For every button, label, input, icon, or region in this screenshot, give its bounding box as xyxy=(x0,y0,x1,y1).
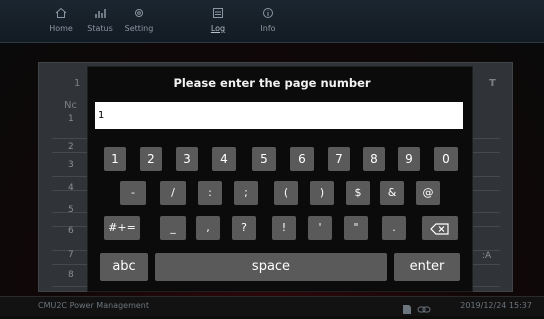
key-question[interactable]: ? xyxy=(232,216,256,240)
key-4[interactable]: 4 xyxy=(212,147,236,171)
info-icon xyxy=(246,3,290,23)
key-quote[interactable]: " xyxy=(344,216,368,240)
nav-info-label: Info xyxy=(260,24,276,33)
nav-status-label: Status xyxy=(87,24,113,33)
backspace-icon xyxy=(430,222,449,235)
date-time: 2019/12/24 15:37 xyxy=(460,301,532,310)
key-2[interactable]: 2 xyxy=(140,147,162,171)
log-icon xyxy=(196,3,240,23)
key-0[interactable]: 0 xyxy=(434,147,458,171)
key-at[interactable]: @ xyxy=(416,181,440,205)
key-9[interactable]: 9 xyxy=(398,147,420,171)
key-exclamation[interactable]: ! xyxy=(272,216,296,240)
key-underscore[interactable]: _ xyxy=(160,216,186,240)
key-apostrophe[interactable]: ' xyxy=(308,216,332,240)
key-3[interactable]: 3 xyxy=(176,147,198,171)
key-1[interactable]: 1 xyxy=(104,147,126,171)
link-icon xyxy=(417,306,431,313)
page-number-input[interactable] xyxy=(95,102,463,129)
dialog-title: Please enter the page number xyxy=(173,76,371,90)
key-enter[interactable]: enter xyxy=(394,253,460,281)
key-semicolon[interactable]: ; xyxy=(234,181,258,205)
key-5[interactable]: 5 xyxy=(252,147,276,171)
status-bar: CMU2C Power Management 2019/12/24 15:37 xyxy=(0,296,544,316)
key-dollar[interactable]: $ xyxy=(346,181,370,205)
sd-card-icon xyxy=(403,305,411,314)
key-slash[interactable]: / xyxy=(160,181,186,205)
key-abc[interactable]: abc xyxy=(100,253,148,281)
key-open-paren[interactable]: ( xyxy=(274,181,298,205)
key-backspace[interactable] xyxy=(422,216,458,240)
status-icon xyxy=(78,3,122,23)
home-icon xyxy=(39,3,83,23)
status-icons xyxy=(402,300,431,319)
nav-setting[interactable]: Setting xyxy=(117,3,161,39)
nav-home[interactable]: Home xyxy=(39,3,83,39)
key-more-symbols[interactable]: #+= xyxy=(104,216,140,240)
key-8[interactable]: 8 xyxy=(363,147,385,171)
top-nav-bar: Home Status Setting Log Info xyxy=(0,0,544,43)
key-7[interactable]: 7 xyxy=(328,147,350,171)
key-comma[interactable]: , xyxy=(196,216,220,240)
nav-info[interactable]: Info xyxy=(246,3,290,39)
key-close-paren[interactable]: ) xyxy=(310,181,334,205)
key-hyphen[interactable]: - xyxy=(120,181,146,205)
key-ampersand[interactable]: & xyxy=(380,181,404,205)
nav-status[interactable]: Status xyxy=(78,3,122,39)
key-colon[interactable]: : xyxy=(198,181,222,205)
nav-home-label: Home xyxy=(49,24,73,33)
gear-icon xyxy=(117,3,161,23)
key-6[interactable]: 6 xyxy=(290,147,314,171)
nav-log-label: Log xyxy=(210,24,226,33)
key-space[interactable]: space xyxy=(155,253,387,281)
nav-setting-label: Setting xyxy=(124,24,154,33)
nav-log[interactable]: Log xyxy=(196,3,240,39)
device-name: CMU2C Power Management xyxy=(38,301,149,310)
key-period[interactable]: . xyxy=(382,216,406,240)
